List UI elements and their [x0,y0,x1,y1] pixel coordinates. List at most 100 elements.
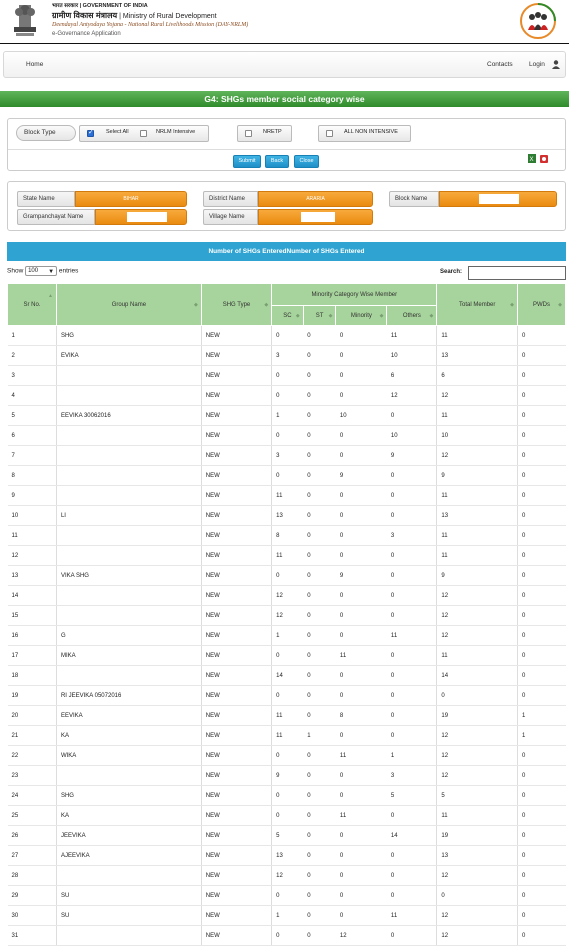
st-cell: 0 [303,505,336,526]
district-select[interactable]: ARARIA [258,191,373,207]
shg-type-cell: NEW [201,425,273,446]
nav-contacts-link[interactable]: Contacts [487,61,513,68]
shg-type-cell: NEW [201,605,273,626]
pwds-cell: 0 [517,605,566,626]
shg-type-cell: NEW [201,365,273,386]
nav-login-link[interactable]: Login [529,61,545,68]
pwds-cell: 0 [517,565,566,586]
st-cell: 0 [303,685,336,706]
minority-cell: 0 [335,885,387,906]
col-header-pwds[interactable]: PWDs ◆ [516,283,567,326]
total-member-cell: 10 [436,425,518,446]
minority-cell: 9 [335,465,387,486]
shg-type-cell: NEW [201,905,273,926]
minority-cell: 9 [335,565,387,586]
col-header-srno[interactable]: Sr No. ▲ [7,283,57,326]
sr-no-cell: 31 [7,925,57,946]
sr-no-cell: 9 [7,485,57,506]
sc-cell: 13 [271,505,304,526]
minority-cell: 8 [335,705,387,726]
others-cell: 0 [386,465,438,486]
sr-no-cell: 2 [7,345,57,366]
minority-cell: 0 [335,625,387,646]
group-name-cell [56,445,202,466]
total-member-cell: 11 [436,485,518,506]
pwds-cell: 0 [517,685,566,706]
others-cell: 11 [386,325,438,346]
sc-cell: 0 [271,885,304,906]
back-button[interactable]: Back [265,155,289,168]
pwds-cell: 0 [517,625,566,646]
pwds-cell: 1 [517,705,566,726]
entries-per-page-select[interactable]: 100 ▼ [25,266,58,276]
total-member-cell: 12 [436,745,518,766]
pwds-cell: 0 [517,805,566,826]
sr-no-cell: 7 [7,445,57,466]
sr-no-cell: 26 [7,825,57,846]
others-cell: 0 [386,725,438,746]
search-input[interactable] [468,266,566,280]
col-header-shg-type[interactable]: SHG Type ◆ [200,283,273,326]
state-select[interactable]: BIHAR [75,191,187,207]
table-row: 10 LI NEW 13 0 0 0 13 0 [7,505,566,526]
page-title: G4: SHGs member social category wise [0,91,569,107]
sr-no-cell: 27 [7,845,57,866]
others-cell: 0 [386,545,438,566]
nrlm-intensive-checkbox[interactable] [140,130,147,137]
grampanchayat-field: Grampanchayat Name [17,209,187,225]
user-icon[interactable] [552,60,560,69]
group-name-cell: SHG [56,785,202,806]
select-all-checkbox[interactable] [87,128,94,137]
state-label: State Name [17,191,75,207]
col-header-group-name[interactable]: Group Name ◆ [55,283,202,326]
col-header-total-member[interactable]: Total Member ◆ [436,283,518,326]
shg-type-cell: NEW [201,445,273,466]
group-name-cell [56,865,202,886]
nav-home-link[interactable]: Home [26,61,43,68]
submit-button[interactable]: Submit [233,155,261,168]
group-name-cell: AJEEVIKA [56,845,202,866]
total-member-cell: 13 [436,345,518,366]
filter-divider [8,149,565,150]
st-cell: 0 [303,905,336,926]
excel-export-icon[interactable]: X [528,154,536,163]
col-header-minority[interactable]: Minority ◆ [335,305,388,326]
col-header-st[interactable]: ST ◆ [302,305,337,326]
minority-cell: 10 [335,405,387,426]
table-row: 30 SU NEW 1 0 0 11 12 0 [7,905,566,926]
pwds-cell: 0 [517,385,566,406]
st-cell: 0 [303,665,336,686]
all-non-intensive-checkbox[interactable] [326,130,333,137]
sr-no-cell: 20 [7,705,57,726]
others-cell: 0 [386,565,438,586]
sc-cell: 0 [271,565,304,586]
close-button[interactable]: Close [294,155,319,168]
sr-no-cell: 17 [7,645,57,666]
table-row: 21 KA NEW 11 1 0 0 12 1 [7,725,566,746]
sc-cell: 0 [271,325,304,346]
total-member-cell: 11 [436,325,518,346]
pwds-cell: 0 [517,345,566,366]
total-member-cell: 12 [436,925,518,946]
col-header-sc[interactable]: SC ◆ [271,305,304,326]
minority-cell: 12 [335,925,387,946]
total-member-cell: 12 [436,765,518,786]
st-cell: 0 [303,805,336,826]
app-subtitle: e-Governance Application [52,31,121,37]
others-cell: 3 [386,525,438,546]
st-cell: 0 [303,345,336,366]
filter-panel: Block Type Select All NRLM Intensive NRE… [7,118,566,171]
group-name-cell: KA [56,805,202,826]
sort-icon: ▲ [48,293,53,299]
chevron-down-icon: ▼ [48,269,55,275]
st-cell: 0 [303,425,336,446]
location-panel: State Name BIHAR District Name ARARIA Bl… [7,181,566,231]
group-name-cell: LI [56,505,202,526]
col-header-others[interactable]: Others ◆ [386,305,438,326]
others-cell: 0 [386,405,438,426]
sort-icon: ◆ [295,312,300,319]
nretp-checkbox[interactable] [245,130,252,137]
shg-type-cell: NEW [201,625,273,646]
pdf-export-icon[interactable] [540,155,548,163]
redacted-block-value [479,194,519,204]
